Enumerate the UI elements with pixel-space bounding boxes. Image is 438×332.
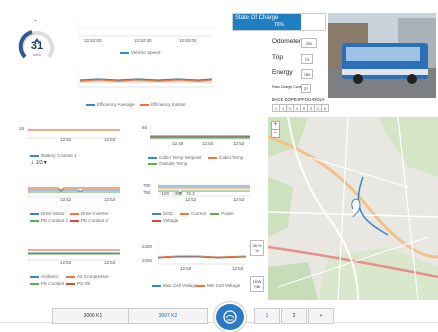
- c7-legend: Ambient: [30, 274, 58, 279]
- map-zoom-out[interactable]: −: [271, 129, 280, 138]
- c6-legend: Current: [180, 211, 206, 216]
- c6-tick: 12:52: [185, 197, 197, 202]
- eff-legend-inst: Efficiency Instant: [140, 102, 186, 107]
- gauge-unit: km/h: [33, 53, 41, 57]
- c6-ytick: 750: [143, 190, 151, 195]
- c4-tick: 12:48: [172, 141, 184, 146]
- pass-charge-value: 27: [301, 84, 311, 93]
- c5-legend: PE Coolant 2: [70, 218, 108, 223]
- c6-xtick: -100: [160, 191, 170, 196]
- route-map[interactable]: + −: [268, 117, 438, 300]
- c6-legend: Power: [210, 211, 234, 216]
- c4-tick: 12:50: [202, 141, 214, 146]
- logo-icon: [222, 310, 238, 324]
- gauge-value: 31: [30, 40, 44, 52]
- speed-tick: 12:53:00: [179, 38, 197, 43]
- side-box-b: 1KW 74k: [250, 276, 264, 292]
- c6-legend: Voltage: [152, 218, 178, 223]
- energy-value: 780: [301, 69, 313, 79]
- speed-gauge: 31 km/h: [18, 26, 56, 64]
- odometer-label: Odometer: [272, 38, 301, 45]
- pass-charge-label: Pass Charge Current: [272, 85, 305, 89]
- c4-tick: 12:52: [233, 141, 245, 146]
- c4-legend: Cabin Temp: [208, 155, 243, 160]
- c5-tick: 12:53: [104, 197, 116, 202]
- battery-status-label: BACK DOPEAPFOU+ROU+: [272, 97, 326, 102]
- page-1-button[interactable]: 1: [254, 308, 280, 324]
- c4-legend: Cabin Temp Setpoint: [148, 155, 202, 160]
- speed-legend: Vehicle Speed: [120, 50, 160, 55]
- tab-3006-k1[interactable]: 3006 K1: [52, 308, 134, 324]
- c8-ytick: 2200: [142, 258, 153, 263]
- c4-legend: Outside Temp: [148, 161, 187, 166]
- speed-tick: 12:52:00: [84, 38, 102, 43]
- c5-tick: 12:52: [60, 197, 72, 202]
- soc-label: State Of Charge: [235, 15, 279, 21]
- tab-3007-k2[interactable]: 3007 K2: [128, 308, 208, 324]
- c6-xtick: -300: [173, 191, 183, 196]
- soc-current-chart: [158, 182, 250, 197]
- c7-tick: 12:52: [60, 260, 72, 265]
- trip-label: Trip: [272, 54, 283, 61]
- c5-legend: Drive Inverter: [70, 211, 109, 216]
- efficiency-chart: [78, 70, 213, 88]
- c3-arrows[interactable]: ⊥ 1/3▼: [30, 160, 48, 166]
- eff-legend-avg: Efficiency Average: [86, 102, 135, 107]
- c3-tick: 12:53: [104, 137, 116, 142]
- c4-ytick: 50: [142, 125, 148, 130]
- c6-ytick: 700: [143, 183, 151, 188]
- c8-tick: 12:52: [232, 266, 244, 271]
- c8-legend: Max Cell Voltage: [152, 283, 197, 288]
- bus-photo: [328, 13, 436, 98]
- gauge-top-icon: ⌁: [34, 18, 38, 24]
- cell-voltage-chart: [158, 244, 246, 265]
- c6-xtick: 76.2: [186, 191, 195, 196]
- page-2-button[interactable]: 2: [281, 308, 307, 324]
- speed-tick: 12:52:30: [134, 38, 152, 43]
- side-box-a: 28 % %: [250, 240, 264, 256]
- c8-legend: Min Cell Voltage: [196, 283, 240, 288]
- c3-ytick: 18: [19, 126, 25, 131]
- c6-legend: SOC: [152, 211, 173, 216]
- c3-tick: 12:52: [60, 137, 72, 142]
- c7-tick: 12:53: [104, 260, 116, 265]
- c5-legend: Drive Motor: [30, 211, 65, 216]
- c7-legend: PE Coolant: [30, 281, 64, 286]
- soc-bar: State Of Charge 76%: [232, 13, 326, 31]
- c7-legend: Air Compressor: [66, 274, 109, 279]
- add-tab-button[interactable]: +: [308, 308, 334, 324]
- c6-tick: 12:53: [233, 197, 245, 202]
- c8-ytick: 2400: [142, 244, 153, 249]
- home-logo-button[interactable]: [214, 302, 246, 332]
- trip-value: 74: [301, 54, 313, 64]
- odometer-value: 200: [301, 38, 317, 48]
- c5-legend: PE Coolant 1: [30, 218, 68, 223]
- c8-tick: 12:50: [180, 266, 192, 271]
- batt-cell: 0: [321, 104, 329, 112]
- energy-label: Energy: [272, 69, 293, 76]
- c7-legend: PS Oil: [66, 281, 90, 286]
- soc-value: 76%: [274, 22, 285, 28]
- c3-legend: Battery Coolant 1: [30, 153, 77, 158]
